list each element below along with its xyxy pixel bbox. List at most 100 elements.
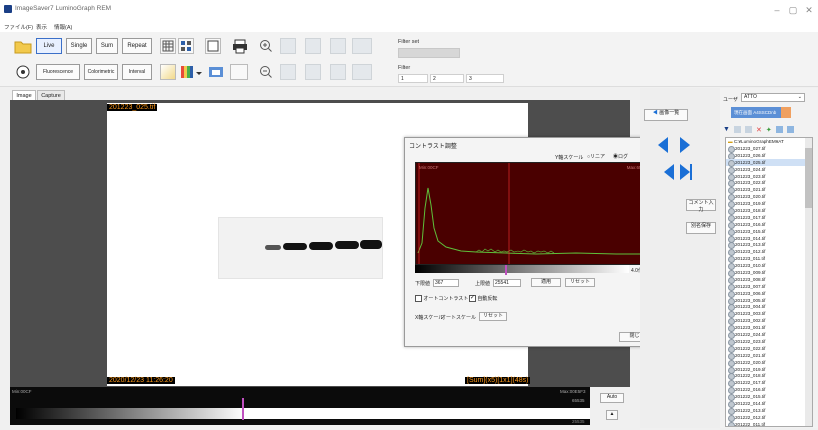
save-image-icon[interactable] — [208, 64, 224, 80]
current-screen-button[interactable]: 現在画面 A4SSCDnb — [731, 107, 781, 118]
file-item[interactable]: 201223_015.tif — [726, 228, 812, 236]
new-folder-icon[interactable] — [733, 126, 741, 133]
user-select[interactable]: ATTO ⌄ — [741, 93, 805, 102]
file-item[interactable]: 201223_024.tif — [726, 166, 812, 174]
lower-limit-input[interactable]: 367 — [433, 279, 459, 287]
file-item[interactable]: 201223_012.tif — [726, 248, 812, 257]
x-scale-reset-button[interactable]: リセット — [479, 312, 507, 321]
range-slider-handle[interactable] — [242, 398, 244, 420]
export-icon[interactable] — [352, 38, 372, 54]
file-item[interactable]: 201223_008.tif — [726, 276, 812, 284]
file-item[interactable]: 201222_023.tif — [726, 338, 812, 346]
file-item[interactable]: 201223_026.tif — [726, 152, 812, 160]
file-item[interactable]: 201222_017.tif — [726, 379, 812, 388]
file-item[interactable]: 201222_022.tif — [726, 345, 812, 353]
file-item[interactable]: 201223_002.tif — [726, 317, 812, 326]
filter-3-field[interactable]: 3 — [466, 74, 504, 83]
file-item[interactable]: 201223_004.tif — [726, 303, 812, 312]
file-item[interactable]: 201223_021.tif — [726, 186, 812, 195]
file-item[interactable]: 201222_012.tif — [726, 414, 812, 422]
dialog-upper-handle[interactable] — [505, 265, 507, 275]
filter-set-field[interactable] — [398, 48, 460, 58]
file-item[interactable]: 201223_025.tif — [726, 158, 812, 167]
file-item[interactable]: 201223_016.tif — [726, 221, 812, 229]
menu-info[interactable]: 情報(A) — [54, 23, 72, 31]
file-item[interactable]: 201223_023.tif — [726, 173, 812, 181]
file-item[interactable]: 201223_019.tif — [726, 200, 812, 208]
file-item[interactable]: 201222_013.tif — [726, 407, 812, 415]
colorimetric-button[interactable]: Colorimetric — [84, 64, 118, 80]
file-item[interactable]: 201223_003.tif — [726, 310, 812, 319]
repeat-button[interactable]: Repeat — [122, 38, 152, 54]
file-list[interactable]: ▬ C:¥LuminoGraphEM¥AT 201223_027.tif 2012… — [725, 137, 813, 427]
tag-icon[interactable]: ✦ — [766, 126, 772, 134]
window-icon[interactable] — [205, 38, 221, 54]
filter-2-field[interactable]: 2 — [430, 74, 464, 83]
y-scale-log[interactable]: ◉ログ — [613, 153, 628, 160]
file-item[interactable]: 201223_022.tif — [726, 179, 812, 188]
zoom-fit-icon[interactable] — [280, 38, 296, 54]
file-item[interactable]: 201223_017.tif — [726, 214, 812, 222]
close-button[interactable]: ✕ — [802, 5, 816, 15]
file-item[interactable]: 201222_021.tif — [726, 352, 812, 360]
auto-contrast-checkbox[interactable]: オートコントラスト — [415, 295, 468, 303]
live-button[interactable]: Live — [36, 38, 62, 54]
image-list-button[interactable]: ◀ 画像一覧 — [644, 109, 688, 121]
file-item[interactable]: 201223_009.tif — [726, 269, 812, 277]
file-item[interactable]: 201223_010.tif — [726, 262, 812, 271]
next-image-icon[interactable] — [680, 137, 690, 153]
minimize-button[interactable]: – — [770, 5, 784, 15]
zoom-in-icon[interactable] — [259, 39, 273, 53]
auto-button[interactable]: Auto — [600, 393, 624, 403]
crop-icon[interactable] — [330, 64, 346, 80]
filter-1-field[interactable]: 1 — [398, 74, 428, 83]
single-button[interactable]: Single — [66, 38, 92, 54]
menu-view[interactable]: 表示 — [36, 23, 47, 31]
file-item[interactable]: 201222_016.tif — [726, 386, 812, 395]
file-item[interactable]: 201222_019.tif — [726, 366, 812, 374]
x-scale-value[interactable]: オートスケール — [441, 314, 476, 321]
reset-button[interactable]: リセット — [565, 278, 595, 287]
grid-icon[interactable] — [160, 38, 176, 54]
open-folder-icon[interactable] — [14, 38, 32, 54]
sort-icon[interactable] — [786, 126, 794, 133]
color-map-icon[interactable] — [180, 64, 202, 80]
settings-icon[interactable] — [352, 64, 372, 80]
file-item[interactable]: 201222_011.tif — [726, 421, 812, 426]
file-item[interactable]: 201223_001.tif — [726, 324, 812, 333]
info-button[interactable]: ▲ — [606, 410, 618, 420]
apply-button[interactable]: 適用 — [531, 278, 561, 287]
brightness-icon[interactable] — [160, 64, 176, 80]
maximize-button[interactable]: ▢ — [786, 5, 800, 15]
auto-invert-checkbox[interactable]: ✓ 自動反転 — [469, 295, 497, 303]
menu-file[interactable]: ファイル(F) — [4, 23, 33, 31]
file-list-scroll-thumb[interactable] — [805, 148, 812, 208]
filter-dropdown-icon[interactable]: ▼ — [723, 126, 730, 133]
file-item[interactable]: 201222_018.tif — [726, 372, 812, 381]
folder-root[interactable]: ▬ C:¥LuminoGraphEM¥AT — [726, 138, 812, 145]
image-icon[interactable] — [330, 38, 346, 54]
file-item[interactable]: 201223_011.tif — [726, 255, 812, 264]
zoom-out-icon[interactable] — [259, 65, 273, 79]
file-list-scrollbar[interactable] — [805, 138, 812, 426]
file-item[interactable]: 201222_024.tif — [726, 331, 812, 339]
fluorescence-button[interactable]: Fluorescence — [36, 64, 80, 80]
file-item[interactable]: 201223_005.tif — [726, 297, 812, 305]
tab-capture[interactable]: Capture — [37, 90, 65, 100]
file-item[interactable]: 201223_014.tif — [726, 235, 812, 243]
file-item[interactable]: 201223_006.tif — [726, 290, 812, 298]
interval-button[interactable]: Interval — [122, 64, 152, 80]
file-item[interactable]: 201222_014.tif — [726, 400, 812, 408]
contrast-up-icon[interactable] — [305, 38, 321, 54]
file-item[interactable]: 201223_013.tif — [726, 241, 812, 250]
dialog-gradient-bar[interactable] — [415, 265, 629, 273]
first-image-icon[interactable] — [664, 164, 674, 180]
rotate-icon[interactable] — [280, 64, 296, 80]
contrast-histogram[interactable]: Min:00CF Max:65535 — [415, 162, 653, 265]
y-scale-linear[interactable]: ○リニア — [587, 153, 605, 160]
file-item[interactable]: 201222_020.tif — [726, 359, 812, 367]
comment-input-button[interactable]: コメント入力 — [686, 199, 716, 213]
print-icon[interactable] — [232, 38, 248, 54]
prev-image-icon[interactable] — [658, 137, 668, 153]
measure-icon[interactable] — [230, 64, 248, 80]
